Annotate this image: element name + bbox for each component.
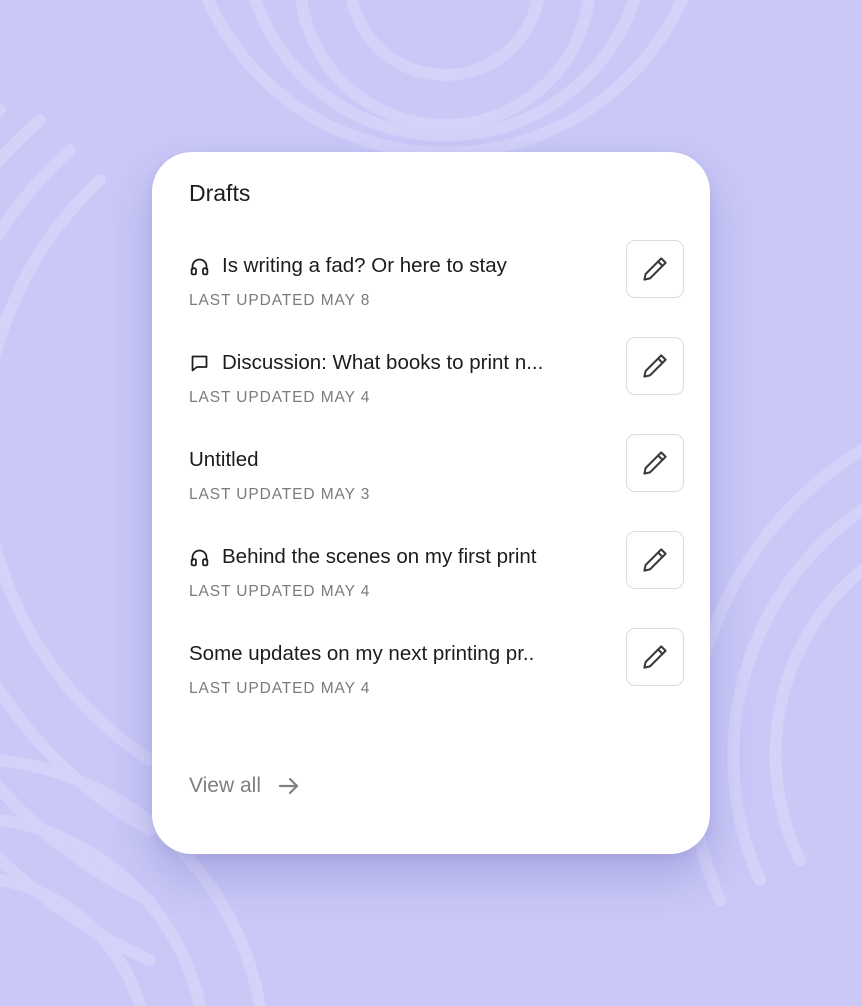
pencil-icon xyxy=(643,354,667,378)
draft-title: Untitled xyxy=(189,448,259,471)
pencil-icon xyxy=(643,645,667,669)
draft-title: Some updates on my next printing pr.. xyxy=(189,642,535,665)
drafts-card: Drafts Is writing a fad? Or here to stay… xyxy=(152,152,710,854)
card-title: Drafts xyxy=(189,180,251,206)
draft-item[interactable]: Discussion: What books to print n... LAS… xyxy=(189,337,687,412)
draft-title: Is writing a fad? Or here to stay xyxy=(222,254,507,277)
edit-draft-button[interactable] xyxy=(626,628,684,686)
view-all-link[interactable]: View all xyxy=(189,774,301,798)
pencil-icon xyxy=(643,451,667,475)
draft-updated-date: LAST UPDATED MAY 3 xyxy=(189,486,371,503)
draft-title: Behind the scenes on my first print xyxy=(222,545,537,568)
pencil-icon xyxy=(643,257,667,281)
view-all-label: View all xyxy=(189,774,261,797)
headphones-icon xyxy=(189,256,210,277)
edit-draft-button[interactable] xyxy=(626,434,684,492)
headphones-icon xyxy=(189,547,210,568)
draft-item[interactable]: Untitled LAST UPDATED MAY 3 xyxy=(189,434,687,509)
draft-item[interactable]: Behind the scenes on my first print LAST… xyxy=(189,531,687,606)
draft-updated-date: LAST UPDATED MAY 4 xyxy=(189,583,371,600)
chat-bubble-icon xyxy=(189,353,210,374)
draft-updated-date: LAST UPDATED MAY 4 xyxy=(189,680,371,697)
draft-updated-date: LAST UPDATED MAY 4 xyxy=(189,389,371,406)
edit-draft-button[interactable] xyxy=(626,240,684,298)
arrow-right-icon xyxy=(277,774,301,798)
draft-item[interactable]: Is writing a fad? Or here to stay LAST U… xyxy=(189,240,687,315)
edit-draft-button[interactable] xyxy=(626,337,684,395)
draft-updated-date: LAST UPDATED MAY 8 xyxy=(189,292,371,309)
draft-title: Discussion: What books to print n... xyxy=(222,351,544,374)
edit-draft-button[interactable] xyxy=(626,531,684,589)
draft-item[interactable]: Some updates on my next printing pr.. LA… xyxy=(189,628,687,703)
pencil-icon xyxy=(643,548,667,572)
